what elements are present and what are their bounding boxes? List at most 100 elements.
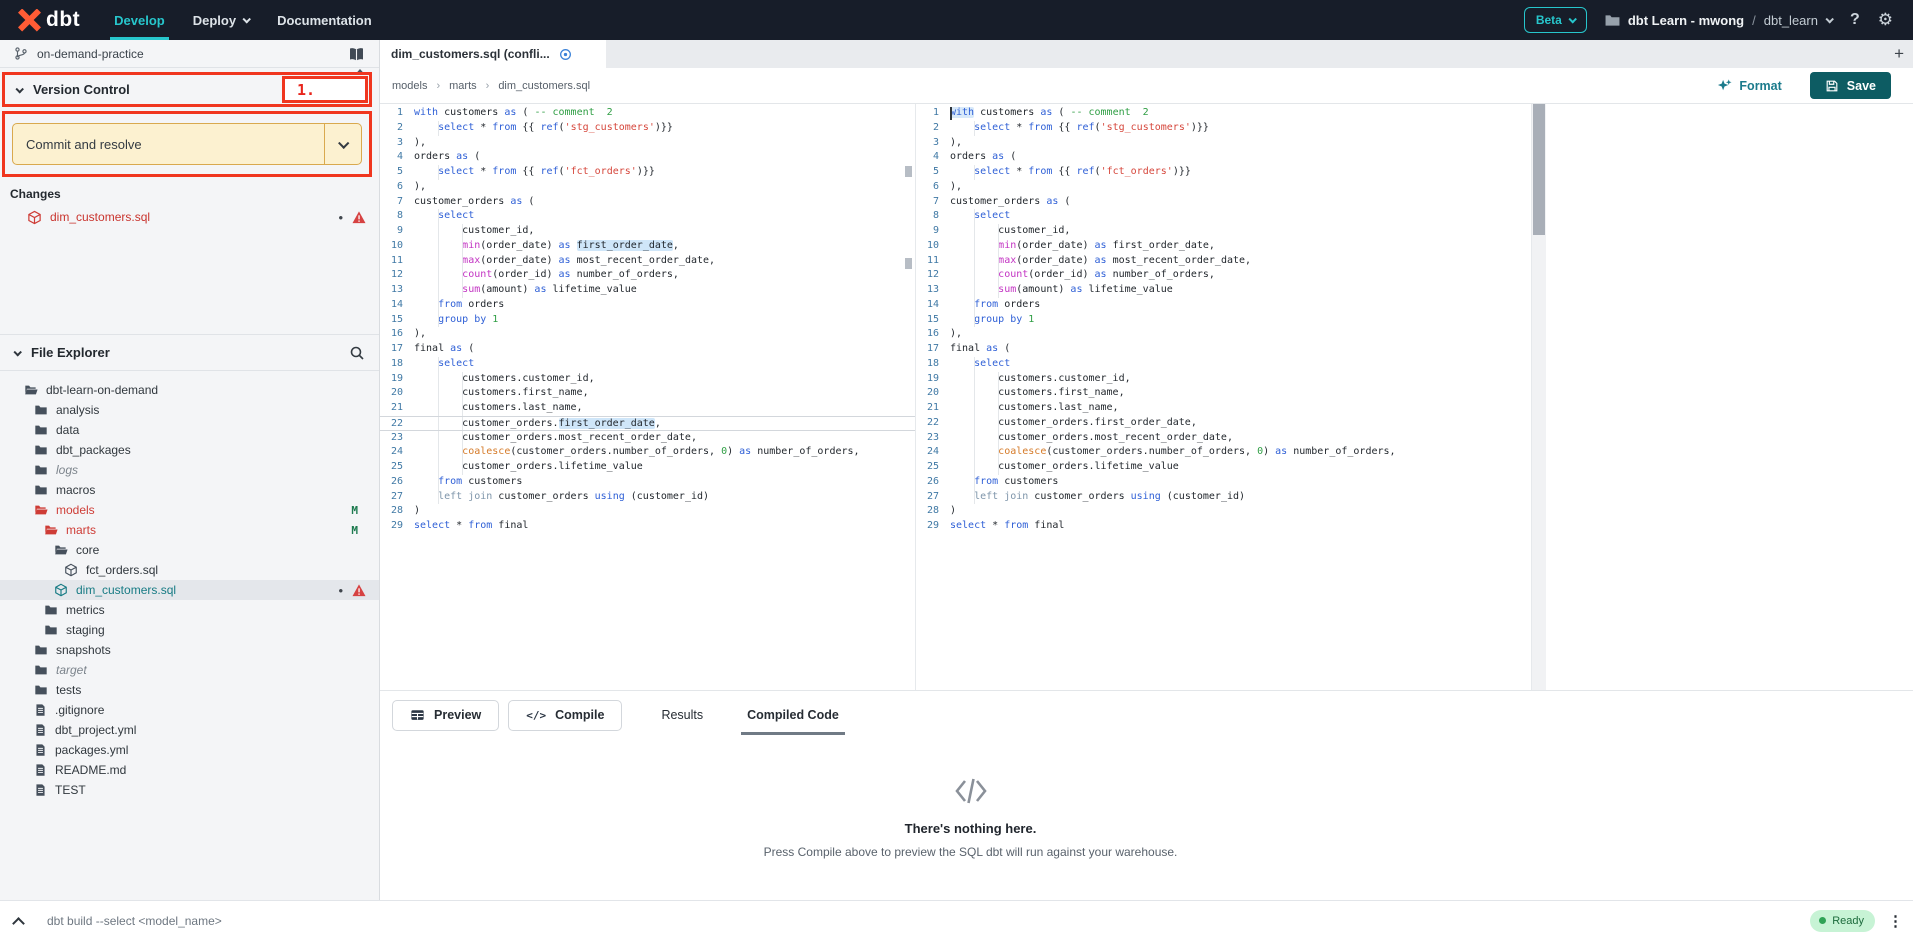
tree-item-dim-customers-sql[interactable]: dim_customers.sql• (0, 580, 379, 600)
editor-pane-left[interactable]: 1with customers as ( -- comment 22 selec… (380, 104, 916, 690)
editor-pane-right[interactable]: 1with customers as ( -- comment 22 selec… (916, 104, 1532, 690)
code-line[interactable]: 22 customer_orders.first_order_date, (380, 416, 915, 431)
preview-button[interactable]: Preview (392, 700, 499, 731)
code-line[interactable]: 1with customers as ( -- comment 2 (380, 106, 915, 121)
code-line[interactable]: 7customer_orders as ( (916, 195, 1531, 210)
code-line[interactable]: 21 customers.last_name, (916, 401, 1531, 416)
code-line[interactable]: 8 select (916, 209, 1531, 224)
code-line[interactable]: 29select * from final (380, 519, 915, 534)
tree-item-fct-orders-sql[interactable]: fct_orders.sql (0, 560, 379, 580)
new-tab-button[interactable]: + (1894, 40, 1904, 68)
tree-item--gitignore[interactable]: .gitignore (0, 700, 379, 720)
code-line[interactable]: 23 customer_orders.most_recent_order_dat… (380, 431, 915, 446)
code-line[interactable]: 27 left join customer_orders using (cust… (380, 490, 915, 505)
code-line[interactable]: 16), (380, 327, 915, 342)
code-line[interactable]: 4orders as ( (916, 150, 1531, 165)
commit-dropdown-caret[interactable] (325, 124, 361, 164)
tree-item-tests[interactable]: tests (0, 680, 379, 700)
code-line[interactable]: 17final as ( (916, 342, 1531, 357)
code-line[interactable]: 12 count(order_id) as number_of_orders, (916, 268, 1531, 283)
tab-results[interactable]: Results (661, 691, 703, 739)
kebab-menu-icon[interactable]: ⋮ (1888, 912, 1903, 930)
code-line[interactable]: 11 max(order_date) as most_recent_order_… (916, 254, 1531, 269)
tree-item-target[interactable]: target (0, 660, 379, 680)
scrollbar-thumb[interactable] (1533, 104, 1545, 235)
tree-item-macros[interactable]: macros (0, 480, 379, 500)
code-line[interactable]: 4orders as ( (380, 150, 915, 165)
nav-item-deploy[interactable]: Deploy (189, 0, 253, 40)
code-line[interactable]: 17final as ( (380, 342, 915, 357)
tree-item-dbt-project-yml[interactable]: dbt_project.yml (0, 720, 379, 740)
code-line[interactable]: 12 count(order_id) as number_of_orders, (380, 268, 915, 283)
code-line[interactable]: 13 sum(amount) as lifetime_value (380, 283, 915, 298)
code-line[interactable]: 20 customers.first_name, (916, 386, 1531, 401)
code-line[interactable]: 21 customers.last_name, (380, 401, 915, 416)
code-line[interactable]: 10 min(order_date) as first_order_date, (380, 239, 915, 254)
tree-item-dbt-packages[interactable]: dbt_packages (0, 440, 379, 460)
nav-item-documentation[interactable]: Documentation (273, 0, 376, 40)
tree-item-analysis[interactable]: analysis (0, 400, 379, 420)
chevron-down-icon[interactable] (13, 348, 21, 356)
save-button[interactable]: Save (1810, 72, 1891, 99)
code-line[interactable]: 18 select (380, 357, 915, 372)
tree-item-test[interactable]: TEST (0, 780, 379, 800)
code-line[interactable]: 19 customers.customer_id, (916, 372, 1531, 387)
chevron-up-icon[interactable] (12, 917, 25, 930)
code-line[interactable]: 29select * from final (916, 519, 1531, 534)
tree-item-metrics[interactable]: metrics (0, 600, 379, 620)
tree-item-marts[interactable]: martsM (0, 520, 379, 540)
code-line[interactable]: 14 from orders (916, 298, 1531, 313)
command-input[interactable]: dbt build --select <model_name> (47, 914, 222, 928)
tree-item-models[interactable]: modelsM (0, 500, 379, 520)
code-line[interactable]: 11 max(order_date) as most_recent_order_… (380, 254, 915, 269)
code-line[interactable]: 5 select * from {{ ref('fct_orders')}} (380, 165, 915, 180)
breadcrumb-file[interactable]: dim_customers.sql (498, 80, 590, 92)
code-line[interactable]: 28) (916, 504, 1531, 519)
code-line[interactable]: 2 select * from {{ ref('stg_customers')}… (916, 121, 1531, 136)
code-line[interactable]: 6), (380, 180, 915, 195)
code-line[interactable]: 3), (380, 136, 915, 151)
code-line[interactable]: 24 coalesce(customer_orders.number_of_or… (916, 445, 1531, 460)
code-line[interactable]: 15 group by 1 (380, 313, 915, 328)
search-icon[interactable] (349, 345, 365, 361)
code-line[interactable]: 1with customers as ( -- comment 2 (916, 106, 1531, 121)
code-line[interactable]: 22 customer_orders.first_order_date, (916, 416, 1531, 431)
code-line[interactable]: 28) (380, 504, 915, 519)
code-line[interactable]: 3), (916, 136, 1531, 151)
compile-button[interactable]: </> Compile (508, 700, 622, 731)
gear-icon[interactable]: ⚙ (1878, 10, 1893, 30)
code-line[interactable]: 26 from customers (916, 475, 1531, 490)
tree-item-data[interactable]: data (0, 420, 379, 440)
tree-item-dbt-learn-on-demand[interactable]: dbt-learn-on-demand (0, 380, 379, 400)
breadcrumb-marts[interactable]: marts (449, 80, 477, 92)
code-line[interactable]: 10 min(order_date) as first_order_date, (916, 239, 1531, 254)
tree-item-readme-md[interactable]: README.md (0, 760, 379, 780)
project-selector[interactable]: dbt Learn - mwong / dbt_learn (1605, 13, 1832, 28)
commit-button-label[interactable]: Commit and resolve (13, 124, 325, 164)
tree-item-staging[interactable]: staging (0, 620, 379, 640)
code-line[interactable]: 20 customers.first_name, (380, 386, 915, 401)
tab-dim-customers[interactable]: dim_customers.sql (confli... (380, 40, 606, 68)
code-line[interactable]: 19 customers.customer_id, (380, 372, 915, 387)
code-line[interactable]: 13 sum(amount) as lifetime_value (916, 283, 1531, 298)
format-button[interactable]: Format (1717, 78, 1781, 93)
code-line[interactable]: 27 left join customer_orders using (cust… (916, 490, 1531, 505)
beta-dropdown[interactable]: Beta (1524, 7, 1587, 33)
tree-item-packages-yml[interactable]: packages.yml (0, 740, 379, 760)
code-line[interactable]: 16), (916, 327, 1531, 342)
code-line[interactable]: 24 coalesce(customer_orders.number_of_or… (380, 445, 915, 460)
breadcrumb-models[interactable]: models (392, 80, 427, 92)
changes-file-dim-customers[interactable]: dim_customers.sql • (0, 206, 379, 228)
commit-and-resolve-button[interactable]: Commit and resolve (12, 123, 362, 165)
editor-scrollbar[interactable] (1532, 104, 1546, 690)
code-line[interactable]: 15 group by 1 (916, 313, 1531, 328)
tab-compiled-code[interactable]: Compiled Code (747, 691, 839, 739)
code-line[interactable]: 18 select (916, 357, 1531, 372)
chevron-down-icon[interactable] (15, 85, 23, 93)
code-line[interactable]: 14 from orders (380, 298, 915, 313)
docs-book-icon[interactable] (348, 46, 365, 62)
code-line[interactable]: 26 from customers (380, 475, 915, 490)
tree-item-logs[interactable]: logs (0, 460, 379, 480)
nav-item-develop[interactable]: Develop (110, 0, 169, 40)
code-line[interactable]: 23 customer_orders.most_recent_order_dat… (916, 431, 1531, 446)
